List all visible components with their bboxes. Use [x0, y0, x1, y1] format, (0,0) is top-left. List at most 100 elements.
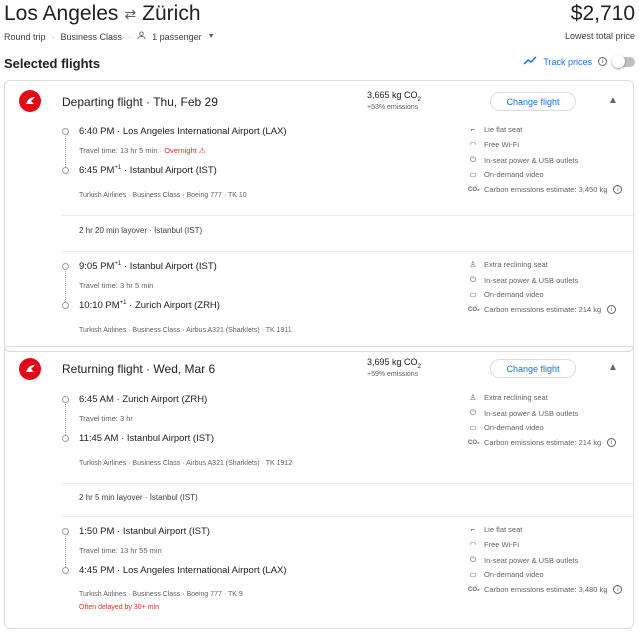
- arrival-airport: Los Angeles International Airport (LAX): [122, 565, 287, 576]
- co2-summary: 3,695 kg CO2 +59% emissions: [367, 357, 421, 378]
- origin-city: Los Angeles: [4, 2, 119, 25]
- arrival-time: 6:45 PM: [79, 165, 115, 176]
- co2-amount: 3,695 kg CO: [367, 357, 418, 367]
- change-flight-button[interactable]: Change flight: [490, 92, 576, 111]
- timeline-end-dot: [62, 567, 69, 574]
- amenity-power: ⏻ In-seat power & USB outlets: [468, 155, 578, 165]
- info-icon[interactable]: i: [607, 305, 617, 314]
- destination-city: Zürich: [142, 2, 201, 25]
- amenity-power: ⏻ In-seat power & USB outlets: [468, 408, 578, 418]
- departure-time: 6:40 PM: [79, 126, 115, 137]
- travel-time: Travel time: 3 hr 5 min: [79, 281, 154, 290]
- travel-time: Travel time: 13 hr 5 min: [79, 146, 158, 155]
- info-icon[interactable]: i: [607, 438, 617, 447]
- turkish-airlines-logo: [19, 358, 41, 380]
- separator-dot: ·: [128, 31, 132, 42]
- departure-time: 1:50 PM: [79, 526, 115, 537]
- amenity-label: Extra reclining seat: [484, 393, 548, 402]
- co2-icon: CO₂: [468, 439, 480, 446]
- flight-direction-label: Returning flight: [62, 362, 143, 376]
- co2-percent: +59% emissions: [367, 370, 419, 378]
- route-title: Los Angeles ⇄ Zürich: [4, 2, 201, 26]
- lie-flat-seat-icon: ⌐: [470, 125, 476, 134]
- amenity-lie-flat: ⌐ Lie flat seat: [468, 525, 523, 534]
- returning-flight-card: Returning flight · Wed, Mar 6 3,695 kg C…: [4, 346, 634, 629]
- video-icon: ▭: [469, 570, 477, 579]
- separator-dot: ·: [51, 31, 55, 42]
- co2-percent: +53% emissions: [367, 103, 419, 111]
- info-icon[interactable]: i: [613, 185, 623, 194]
- chevron-up-icon[interactable]: ▲: [608, 362, 618, 373]
- info-icon[interactable]: i: [598, 57, 607, 66]
- arrival-airport: Istanbul Airport (IST): [129, 165, 217, 176]
- timeline-line: [65, 404, 66, 435]
- track-prices-label[interactable]: Track prices: [543, 57, 592, 67]
- amenity-power: ⏻ In-seat power & USB outlets: [468, 275, 578, 285]
- departure-time: 9:05 PM: [79, 261, 115, 272]
- arrival-airport: Istanbul Airport (IST): [126, 433, 215, 444]
- amenity-label: Carbon emissions estimate: 214 kg: [484, 438, 602, 447]
- departure-row: 9:05 PM+1 · Istanbul Airport (IST): [79, 261, 217, 272]
- amenity-label: Carbon emissions estimate: 3,450 kg: [484, 185, 608, 194]
- amenity-label: Free Wi-Fi: [484, 140, 519, 149]
- track-prices[interactable]: Track prices i: [523, 54, 635, 68]
- co2-subscript: 2: [417, 363, 421, 370]
- co2-subscript: 2: [417, 96, 421, 103]
- departure-time: 6:45 AM: [79, 394, 114, 405]
- next-day-marker: +1: [114, 261, 122, 267]
- amenity-video: ▭ On-demand video: [468, 570, 543, 579]
- flight-date: Wed, Mar 6: [153, 362, 216, 376]
- info-icon[interactable]: i: [613, 585, 623, 594]
- person-icon: [137, 31, 146, 42]
- video-icon: ▭: [469, 423, 477, 432]
- departure-row: 1:50 PM · Istanbul Airport (IST): [79, 526, 210, 537]
- arrival-row: 4:45 PM · Los Angeles International Airp…: [79, 565, 287, 576]
- amenity-co2: CO₂ Carbon emissions estimate: 3,480 kg i: [468, 585, 623, 594]
- amenity-lie-flat: ⌐ Lie flat seat: [468, 125, 523, 134]
- swap-arrows-icon: ⇄: [124, 5, 137, 22]
- next-day-marker: +1: [114, 165, 122, 171]
- layover-info: 2 hr 20 min layover · İstanbul (IST): [79, 226, 203, 235]
- returning-flight-title: Returning flight · Wed, Mar 6: [62, 362, 215, 376]
- wifi-icon: ◠: [469, 140, 477, 149]
- amenity-label: On-demand video: [484, 423, 544, 432]
- overnight-warning: Overnight: [164, 146, 197, 155]
- change-flight-button[interactable]: Change flight: [490, 359, 576, 378]
- amenity-label: In-seat power & USB outlets: [484, 408, 579, 418]
- timeline-line: [65, 536, 66, 567]
- trip-summary: Round trip · Business Class · 1 passenge…: [4, 31, 215, 42]
- video-icon: ▭: [469, 170, 477, 179]
- track-prices-toggle[interactable]: [612, 54, 635, 68]
- flight-direction-label: Departing flight: [62, 95, 143, 109]
- trip-type: Round trip: [4, 31, 46, 42]
- flight-details: Turkish Airlines · Business Class · Boei…: [79, 192, 247, 199]
- amenity-video: ▭ On-demand video: [468, 423, 544, 432]
- flight-details: Turkish Airlines · Business Class · Airb…: [79, 460, 293, 467]
- reclining-seat-icon: ♙: [469, 393, 477, 402]
- chevron-up-icon[interactable]: ▲: [608, 95, 618, 106]
- departure-row: 6:45 AM · Zurich Airport (ZRH): [79, 394, 207, 405]
- amenity-video: ▭ On-demand video: [468, 170, 544, 179]
- dropdown-arrow-icon[interactable]: ▼: [208, 33, 215, 40]
- departure-airport: Istanbul Airport (IST): [122, 526, 210, 537]
- amenity-label: On-demand video: [484, 290, 544, 299]
- cabin-class: Business Class: [60, 31, 123, 42]
- timeline-start-dot: [62, 396, 69, 403]
- departure-row: 6:40 PM · Los Angeles International Airp…: [79, 126, 287, 137]
- arrival-row: 10:10 PM+1 · Zurich Airport (ZRH): [79, 300, 220, 311]
- amenity-label: On-demand video: [484, 170, 544, 179]
- timeline-end-dot: [62, 167, 69, 174]
- travel-time: Travel time: 3 hr: [79, 414, 133, 423]
- trend-icon: [523, 56, 537, 67]
- departure-airport: Zurich Airport (ZRH): [122, 394, 208, 405]
- amenity-video: ▭ On-demand video: [468, 290, 544, 299]
- departure-airport: Istanbul Airport (IST): [129, 261, 217, 272]
- timeline-end-dot: [62, 435, 69, 442]
- passenger-count[interactable]: 1 passenger: [152, 32, 202, 42]
- amenity-label: Lie flat seat: [484, 125, 523, 134]
- co2-amount: 3,665 kg CO: [367, 90, 418, 100]
- flight-details: Turkish Airlines · Business Class · Boei…: [79, 591, 243, 598]
- warning-icon: ⚠: [198, 146, 206, 155]
- wifi-icon: ◠: [469, 540, 477, 549]
- co2-icon: CO₂: [468, 586, 480, 593]
